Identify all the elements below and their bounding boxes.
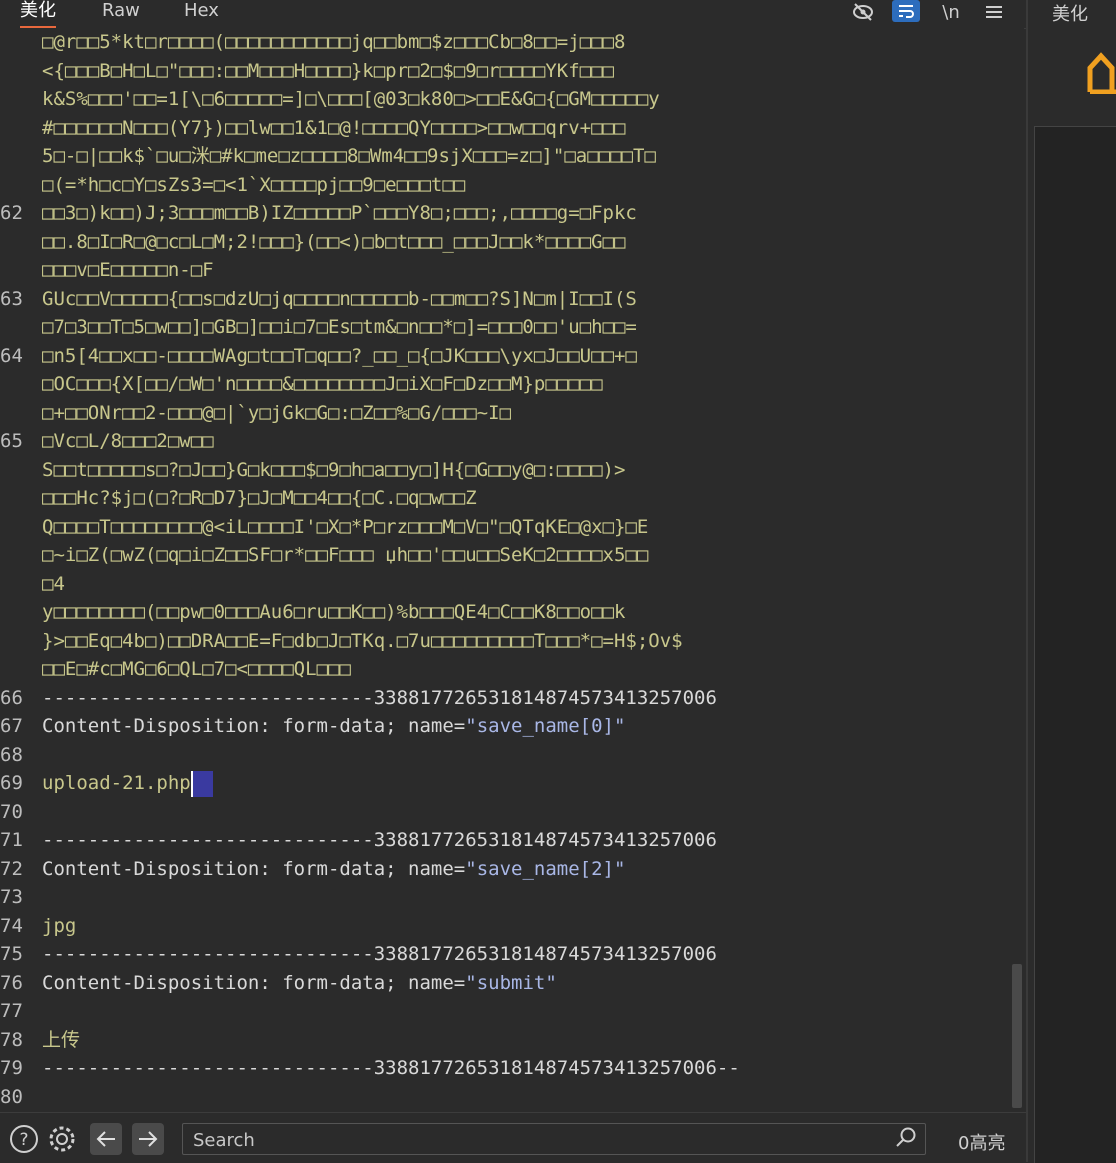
binary-content-line: □4: [42, 572, 65, 595]
header-key: Content-Disposition:: [42, 715, 283, 737]
header-name-string: "submit": [465, 971, 557, 994]
wrap-icon[interactable]: [892, 0, 920, 22]
line-number: 67: [0, 715, 23, 737]
newline-icon[interactable]: \n: [938, 0, 964, 24]
binary-content-line: □@r□□5*kt□r□□□□(□□□□□□□□□□□jq□□bm□$z□□□C…: [42, 31, 626, 53]
line-number: 77: [0, 1000, 23, 1022]
form-value-line: jpg: [42, 912, 1004, 941]
header-value: form-data; name=: [282, 715, 466, 737]
back-arrow-icon[interactable]: [90, 1123, 122, 1155]
line-number: 73: [0, 886, 23, 908]
line-number: 69: [0, 772, 23, 794]
line-text: -----------------------------33881772653…: [42, 1057, 740, 1079]
boundary-line: -----------------------------33881772653…: [42, 1054, 1004, 1083]
binary-content-line: □□E□#c□MG□6□QL□7□<□□□□QL□□□: [42, 658, 351, 680]
header-key: Content-Disposition:: [42, 971, 283, 994]
header-name-string: "save_name[2]": [465, 857, 626, 880]
binary-content-line: y□□□□□□□□(□□pw□0□□□Au6□ru□□K□□)%b□□□QE4□…: [42, 601, 626, 623]
content-disposition-line: Content-Disposition: form-data; name="su…: [42, 969, 1004, 998]
binary-content-line: □~i□Z(□wZ(□q□i□Z□□SF□r*□□F□□□ џh□□'□□u□□…: [42, 544, 649, 566]
binary-content-line: □(=*h□c□Y□sZs3=□<1`X□□□□pj□□9□e□□□t□□: [42, 173, 466, 196]
line-number: 72: [0, 857, 23, 880]
binary-content-line: □OC□□□{X[□□/□W□'n□□□□&□□□□□□□□J□iX□F□Dz□…: [42, 373, 603, 395]
bottom-toolbar: ? 0高亮: [0, 1112, 1026, 1163]
boundary-line: -----------------------------33881772653…: [42, 684, 1004, 713]
line-number: 71: [0, 829, 23, 851]
line-number: 74: [0, 914, 23, 937]
binary-content-line: k&S%□□□'□□=1[\□6□□□□□=]□\□□□[@03□k80□>□□…: [42, 88, 660, 110]
binary-content-line: □□□v□E□□□□□n-□F: [42, 259, 214, 281]
line-number: 68: [0, 743, 23, 766]
binary-content-line: □n5[4□□x□□-□□□□WAg□t□□T□q□□?_□□_□{□JK□□□…: [42, 344, 637, 367]
content-disposition-line: Content-Disposition: form-data; name="sa…: [42, 712, 1004, 741]
search-input[interactable]: [191, 1126, 885, 1154]
tab-hex[interactable]: Hex: [184, 0, 219, 26]
line-text: 上传: [42, 1028, 81, 1051]
highlight-count: 0高亮: [958, 1133, 1006, 1154]
binary-content-line: □7□3□□T□5□w□□]□GB□]□□i□7□Es□tm&□n□□*□]=□…: [42, 316, 637, 338]
side-panel: 美化: [1028, 0, 1116, 1163]
binary-content-line: }>□□Eq□4b□)□□DRA□□E=F□db□J□TKq.□7u□□□□□□…: [42, 629, 683, 652]
search-icon[interactable]: [895, 1126, 917, 1153]
binary-content-line: □+□□ONr□□2-□□□@□|`y□jGk□G□:□Z□□%□G/□□□~I…: [42, 401, 511, 424]
binary-content-line: □□□Hc?$j□(□?□R□D7}□J□M□□4□□{□C.□q□w□□Z: [42, 487, 477, 509]
line-number: 70: [0, 800, 23, 823]
binary-content-line: 5□-□|□□k$`□u□洣□#k□me□z□□□□8□Wm4□□9sjX□□□…: [42, 145, 656, 167]
form-value-line: 上传: [42, 1026, 1004, 1055]
boundary-line: -----------------------------33881772653…: [42, 940, 1004, 969]
vertical-scrollbar[interactable]: [1010, 28, 1024, 1110]
line-number: 79: [0, 1057, 23, 1079]
line-text: -----------------------------33881772653…: [42, 686, 717, 709]
binary-content-line: □□3□)k□□)J;3□□□m□□B)IZ□□□□□P`□□□Y8□;□□□;…: [42, 202, 637, 224]
line-number: 80: [0, 1085, 23, 1108]
line-text: -----------------------------33881772653…: [42, 943, 717, 965]
content-disposition-line: Content-Disposition: form-data; name="sa…: [42, 855, 1004, 884]
binary-content-line: <{□□□B□H□L□"□□□:□□M□□□H□□□□}k□pr□2□$□9□r…: [42, 59, 614, 82]
upload-arrow-icon[interactable]: [1086, 52, 1116, 96]
form-value-line: upload-21.php: [42, 769, 1004, 798]
help-icon[interactable]: ?: [8, 1123, 40, 1155]
binary-content-line: #□□□□□□N□□□(Y7})□□lw□□1&1□@!□□□□QY□□□□>□…: [42, 116, 626, 139]
line-number: 63: [0, 287, 23, 310]
binary-content-line: □Vc□L/8□□□2□w□□: [42, 430, 214, 452]
line-text: -----------------------------33881772653…: [42, 829, 717, 851]
tab-raw[interactable]: Raw: [102, 0, 140, 26]
header-name-string: "save_name[0]": [465, 715, 626, 737]
side-panel-content: [1034, 126, 1116, 1163]
gear-icon[interactable]: [46, 1123, 78, 1155]
boundary-line: -----------------------------33881772653…: [42, 826, 1004, 855]
line-number: 62: [0, 202, 23, 224]
line-number: 64: [0, 344, 23, 367]
binary-content-line: □□.8□I□R□@□c□L□M;2!□□□}(□□<)□b□t□□□_□□□J…: [42, 230, 626, 253]
binary-content-line: GUc□□V□□□□□{□□s□dzU□jq□□□□n□□□□□b-□□m□□?…: [42, 287, 637, 310]
svg-text:?: ?: [19, 1130, 28, 1150]
line-number: 66: [0, 686, 23, 709]
binary-content-line: S□□t□□□□□s□?□J□□}G□k□□□$□9□h□a□□y□]H{□G□…: [42, 458, 626, 481]
line-number: 78: [0, 1028, 23, 1051]
tab-pretty[interactable]: 美化: [20, 0, 56, 29]
line-number: 75: [0, 943, 23, 965]
header-value: form-data; name=: [282, 971, 466, 994]
menu-icon[interactable]: [982, 0, 1006, 24]
binary-content-line: Q□□□□T□□□□□□□□@<iL□□□□I'□X□*P□rz□□□M□V□"…: [42, 515, 649, 538]
text-cursor: [190, 770, 213, 797]
eye-slash-icon[interactable]: [850, 0, 876, 24]
line-text: upload-21.php: [42, 772, 191, 794]
editor-tab-bar: 美化 Raw Hex \n: [0, 0, 1026, 29]
message-editor[interactable]: □@r□□5*kt□r□□□□(□□□□□□□□□□□jq□□bm□$z□□□C…: [0, 28, 1010, 1110]
header-key: Content-Disposition:: [42, 857, 283, 880]
scrollbar-thumb[interactable]: [1012, 964, 1022, 1108]
forward-arrow-icon[interactable]: [132, 1123, 164, 1155]
side-tab-pretty[interactable]: 美化: [1052, 0, 1088, 26]
line-text: jpg: [42, 914, 77, 937]
line-number: 65: [0, 430, 23, 452]
search-box: [182, 1123, 926, 1155]
line-number: 76: [0, 971, 23, 994]
header-value: form-data; name=: [282, 857, 466, 880]
